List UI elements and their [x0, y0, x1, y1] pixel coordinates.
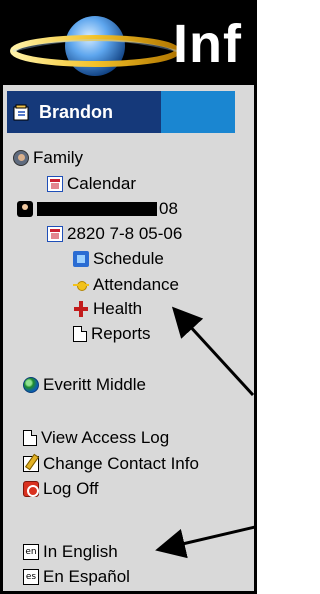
section-calendar-icon	[47, 226, 63, 242]
nav-label-reports: Reports	[91, 324, 151, 343]
edit-icon	[23, 456, 39, 472]
nav-label-view-access-log: View Access Log	[41, 428, 170, 447]
brand-text: Inf	[173, 14, 242, 74]
document-icon	[23, 430, 37, 446]
family-icon	[13, 150, 29, 166]
nav-item-attendance[interactable]: Attendance	[73, 275, 179, 295]
reports-icon	[73, 326, 87, 342]
nav-item-change-contact-info[interactable]: Change Contact Info	[23, 454, 199, 474]
health-icon	[73, 301, 89, 317]
header-banner: Inf	[3, 3, 254, 85]
nav-item-health[interactable]: Health	[73, 299, 142, 319]
nav-label-log-off: Log Off	[43, 479, 99, 498]
nav-item-log-off[interactable]: Log Off	[23, 479, 98, 499]
nav-label-school: Everitt Middle	[43, 375, 146, 394]
nav-label-spanish: En Español	[43, 567, 130, 586]
student-name: Brandon	[39, 102, 113, 122]
nav-item-view-access-log[interactable]: View Access Log	[23, 428, 169, 448]
arrow-to-health	[171, 306, 254, 397]
nav-label-student-suffix: 08	[159, 199, 178, 218]
nav-item-school[interactable]: Everitt Middle	[23, 375, 146, 395]
nav-label-health: Health	[93, 299, 143, 318]
nav-item-calendar[interactable]: Calendar	[47, 174, 136, 194]
nav-item-student[interactable]: 08	[17, 199, 178, 219]
student-header[interactable]: Brandon	[7, 91, 235, 133]
redacted-student-name	[37, 202, 157, 216]
nav-label-change-contact-info: Change Contact Info	[43, 454, 199, 473]
schedule-icon	[73, 251, 89, 267]
nav-item-spanish[interactable]: es En Español	[23, 567, 130, 587]
student-avatar-icon	[17, 201, 33, 217]
nav-label-calendar: Calendar	[67, 174, 136, 193]
power-icon	[23, 481, 39, 497]
nav-item-reports[interactable]: Reports	[73, 324, 151, 344]
logo-icon	[10, 16, 179, 76]
portal-sidebar: Inf Brandon Family Calendar 08 2820 7-8 …	[0, 0, 257, 594]
english-language-icon: en	[23, 544, 39, 560]
nav-label-section: 2820 7-8 05-06	[67, 224, 183, 243]
nav-label-family: Family	[33, 148, 84, 167]
student-notepad-icon	[13, 104, 29, 121]
nav-item-english[interactable]: en In English	[23, 542, 118, 562]
spanish-language-icon: es	[23, 569, 39, 585]
student-header-accent	[161, 91, 235, 133]
nav-item-family[interactable]: Family	[13, 148, 83, 168]
attendance-icon	[73, 277, 89, 293]
nav-label-attendance: Attendance	[93, 275, 180, 294]
calendar-icon	[47, 176, 63, 192]
nav-label-schedule: Schedule	[93, 249, 164, 268]
globe-icon	[23, 377, 39, 393]
nav-label-english: In English	[43, 542, 118, 561]
nav-item-section[interactable]: 2820 7-8 05-06	[47, 224, 182, 244]
nav-item-schedule[interactable]: Schedule	[73, 249, 164, 269]
arrow-to-english	[155, 525, 254, 559]
